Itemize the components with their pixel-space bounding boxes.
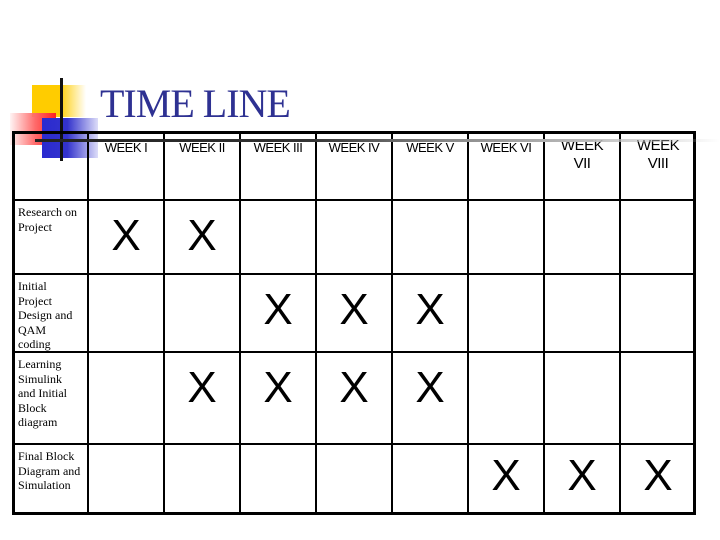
row-divider <box>12 443 696 445</box>
week-header: WEEK VIII <box>620 137 696 173</box>
task-label-line: Final Block <box>18 449 75 463</box>
task-label-line: QAM <box>18 322 47 337</box>
task-label: Learning Simulink and Initial Block diagram <box>18 357 86 430</box>
task-week-mark: X <box>415 363 445 412</box>
task-label: Final Block Diagram and Simulation <box>18 449 86 493</box>
task-label-line: coding <box>18 337 51 351</box>
column-divider <box>163 131 165 515</box>
task-label-line: Research on <box>18 205 77 219</box>
task-week-mark: X <box>263 363 293 412</box>
task-week-mark: X <box>643 451 673 500</box>
task-label: Initial Project Design and QAM coding <box>18 279 86 352</box>
task-week-mark: X <box>491 451 521 500</box>
decoration-yellow-core <box>32 85 62 115</box>
task-label-line: and Initial <box>18 386 67 400</box>
row-divider <box>12 273 696 275</box>
row-divider <box>12 199 696 201</box>
week-header-line: VIII <box>647 155 669 172</box>
task-label-line: Simulation <box>18 478 71 492</box>
task-label-line: Design and <box>18 308 73 322</box>
task-label-line: Block <box>18 400 47 415</box>
task-label-line: Learning <box>18 357 62 371</box>
task-week-mark: X <box>187 211 217 260</box>
week-header-line: VII <box>573 155 591 172</box>
task-week-mark: X <box>339 363 369 412</box>
task-label: Research on Project <box>18 205 86 234</box>
page-title: TIME LINE <box>100 81 291 126</box>
task-label-line: Simulink <box>18 371 63 386</box>
task-label-line: Project <box>18 293 52 308</box>
task-week-mark: X <box>263 285 293 334</box>
column-divider <box>87 131 89 515</box>
task-week-mark: X <box>111 211 141 260</box>
task-label-line: diagram <box>18 415 58 429</box>
task-label-line: Diagram and <box>18 463 81 478</box>
decoration-horizontal-line <box>35 139 720 142</box>
task-week-mark: X <box>187 363 217 412</box>
week-header: WEEK VII <box>544 137 620 173</box>
task-week-mark: X <box>339 285 369 334</box>
task-label-line: Initial <box>18 279 47 293</box>
task-week-mark: X <box>567 451 597 500</box>
task-label-line: Project <box>18 219 52 234</box>
task-week-mark: X <box>415 285 445 334</box>
row-divider <box>12 351 696 353</box>
